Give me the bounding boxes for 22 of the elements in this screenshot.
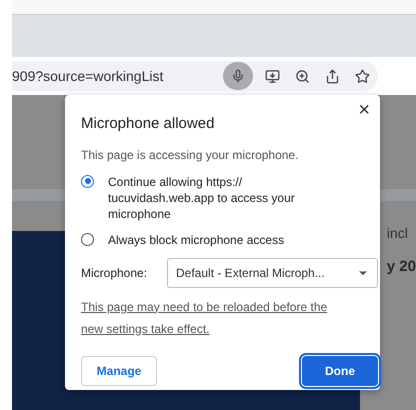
bookmark-star-icon[interactable] (355, 68, 370, 84)
address-bar[interactable]: 909?source=workingList (12, 61, 378, 91)
done-button[interactable]: Done (302, 356, 378, 386)
radio-button[interactable] (81, 174, 94, 188)
radio-button[interactable] (81, 232, 94, 246)
close-button[interactable]: × (358, 100, 370, 120)
zoom-icon[interactable] (295, 68, 310, 84)
microphone-label: Microphone: (81, 264, 148, 282)
radio-label: Always block microphone access (108, 232, 286, 248)
dialog-title: Microphone allowed (81, 114, 216, 134)
reload-note-link[interactable]: This page may need to be reloaded before the new settings take effect. (81, 296, 351, 340)
install-icon[interactable] (265, 68, 280, 84)
background-text: incl (386, 224, 409, 243)
microphone-dropdown[interactable]: Default - External Microph... (167, 258, 378, 288)
share-icon[interactable] (325, 68, 340, 84)
microphone-button[interactable] (223, 62, 253, 90)
dialog-description: This page is accessing your microphone. (81, 146, 300, 164)
url-text: 909?source=workingList (12, 66, 164, 86)
background-text: y 20 (386, 257, 416, 277)
manage-button[interactable]: Manage (81, 356, 157, 386)
radio-label: Continue allowing https:// tucuvidash.web.app to access your microphone (108, 174, 296, 222)
microphone-icon (231, 69, 245, 83)
